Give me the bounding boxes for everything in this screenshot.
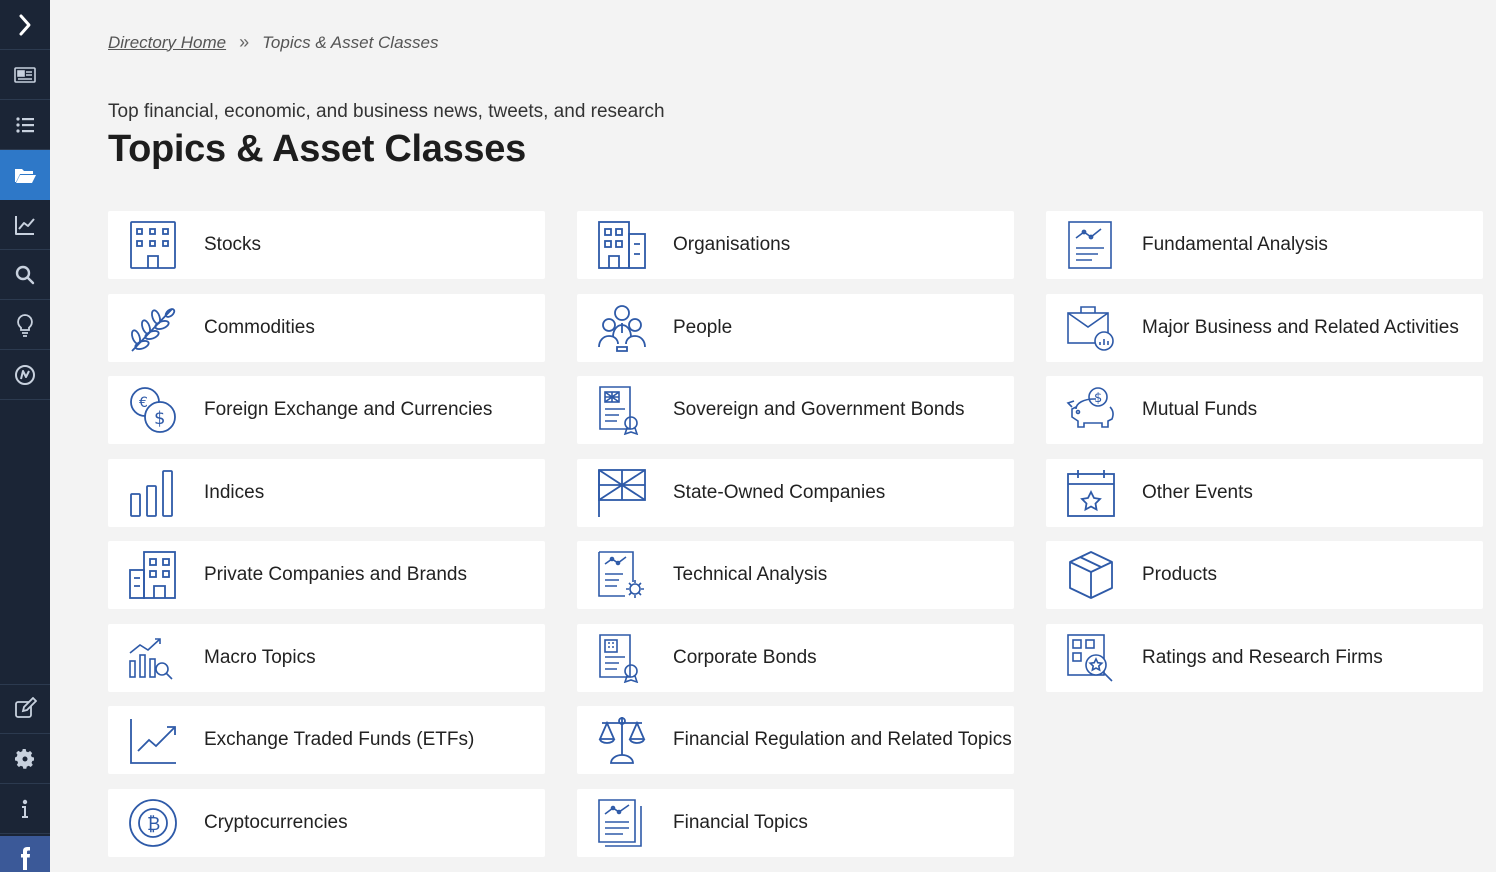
search-icon[interactable] [0,250,50,300]
category-label: Corporate Bonds [673,647,817,668]
rating-magnifier-icon [1066,633,1116,683]
category-card-indices[interactable]: Indices [108,459,545,527]
category-label: Products [1142,564,1217,585]
document-chart-icon [1066,220,1116,270]
svg-text:₿: ₿ [147,814,160,835]
breadcrumb-separator: » [239,32,250,52]
office-building-icon [128,550,178,600]
category-label: Macro Topics [204,647,316,668]
report-document-icon [597,798,647,848]
category-label: Technical Analysis [673,564,828,585]
category-label: State-Owned Companies [673,482,886,503]
category-label: Mutual Funds [1142,399,1258,420]
briefcase-chart-icon [1066,303,1116,353]
main-content: Directory Home » Topics & Asset Classes … [50,0,1496,872]
category-label: Organisations [673,234,791,255]
category-card-state-owned[interactable]: State-Owned Companies [577,459,1014,527]
calendar-star-icon [1066,468,1116,518]
category-card-etfs[interactable]: Exchange Traded Funds (ETFs) [108,706,545,774]
svg-text:€: € [139,395,148,411]
category-card-mutual-funds[interactable]: $ Mutual Funds [1046,376,1483,444]
category-card-people[interactable]: People [577,294,1014,362]
page-title: Topics & Asset Classes [108,128,526,170]
category-label: Financial Regulation and Related Topics [673,729,1012,750]
category-label: Cryptocurrencies [204,812,348,833]
category-label: Ratings and Research Firms [1142,647,1383,668]
facebook-icon[interactable] [0,836,50,872]
corporate-bond-icon [597,633,647,684]
category-label: Stocks [204,234,262,255]
wheat-icon [128,303,178,353]
flag-icon [597,468,647,518]
category-label: Other Events [1142,482,1253,503]
category-card-cryptocurrencies[interactable]: ₿ Cryptocurrencies [108,789,545,857]
category-card-stocks[interactable]: Stocks [108,211,545,279]
category-card-fundamental-analysis[interactable]: Fundamental Analysis [1046,211,1483,279]
info-icon[interactable] [0,784,50,834]
breadcrumb-current: Topics & Asset Classes [262,32,439,52]
category-label: Financial Topics [673,812,808,833]
people-group-icon [597,303,647,353]
category-card-technical-analysis[interactable]: Technical Analysis [577,541,1014,609]
category-label: Foreign Exchange and Currencies [204,399,493,420]
category-card-commodities[interactable]: Commodities [108,294,545,362]
category-card-financial-topics[interactable]: Financial Topics [577,789,1014,857]
category-label: Exchange Traded Funds (ETFs) [204,729,475,750]
category-label: Commodities [204,317,315,338]
category-card-private-companies[interactable]: Private Companies and Brands [108,541,545,609]
government-bond-icon [597,385,647,436]
piggy-bank-icon: $ [1066,385,1116,435]
scales-icon [597,715,647,765]
category-label: Major Business and Related Activities [1142,317,1459,338]
category-label: Indices [204,482,265,503]
svg-text:$: $ [154,408,165,429]
category-card-organisations[interactable]: Organisations [577,211,1014,279]
chart-line-icon[interactable] [0,200,50,250]
category-card-financial-regulation[interactable]: Financial Regulation and Related Topics [577,706,1014,774]
edit-icon[interactable] [0,684,50,734]
trend-line-icon [128,715,178,765]
breadcrumb-home-link[interactable]: Directory Home [108,33,226,53]
bitcoin-icon: ₿ [128,798,178,848]
newspaper-icon[interactable] [0,50,50,100]
chart-magnifier-icon [128,633,178,683]
category-label: Sovereign and Government Bonds [673,399,965,420]
sidebar [0,0,50,872]
gear-icon[interactable] [0,734,50,784]
category-card-other-events[interactable]: Other Events [1046,459,1483,527]
list-icon[interactable] [0,100,50,150]
analysis-gear-icon [597,550,647,600]
lightbulb-icon[interactable] [0,300,50,350]
box-icon [1066,550,1116,600]
category-card-sovereign-bonds[interactable]: Sovereign and Government Bonds [577,376,1014,444]
page-subtitle: Top financial, economic, and business ne… [108,101,665,122]
currency-coins-icon: € $ [128,385,178,435]
category-card-major-business[interactable]: Major Business and Related Activities [1046,294,1483,362]
category-label: People [673,317,733,338]
category-card-ratings-research[interactable]: Ratings and Research Firms [1046,624,1483,692]
organisation-building-icon [597,220,647,270]
building-icon [128,220,178,270]
bar-chart-icon [128,468,178,518]
folder-open-icon[interactable] [0,150,50,200]
category-card-macro-topics[interactable]: Macro Topics [108,624,545,692]
category-label: Fundamental Analysis [1142,234,1328,255]
category-label: Private Companies and Brands [204,564,467,585]
expand-chevron-icon[interactable] [0,0,50,50]
category-card-products[interactable]: Products [1046,541,1483,609]
breadcrumb: Directory Home » Topics & Asset Classes [108,32,438,53]
brand-logo-icon[interactable] [0,350,50,400]
category-card-corporate-bonds[interactable]: Corporate Bonds [577,624,1014,692]
category-card-foreign-exchange[interactable]: € $ Foreign Exchange and Currencies [108,376,545,444]
